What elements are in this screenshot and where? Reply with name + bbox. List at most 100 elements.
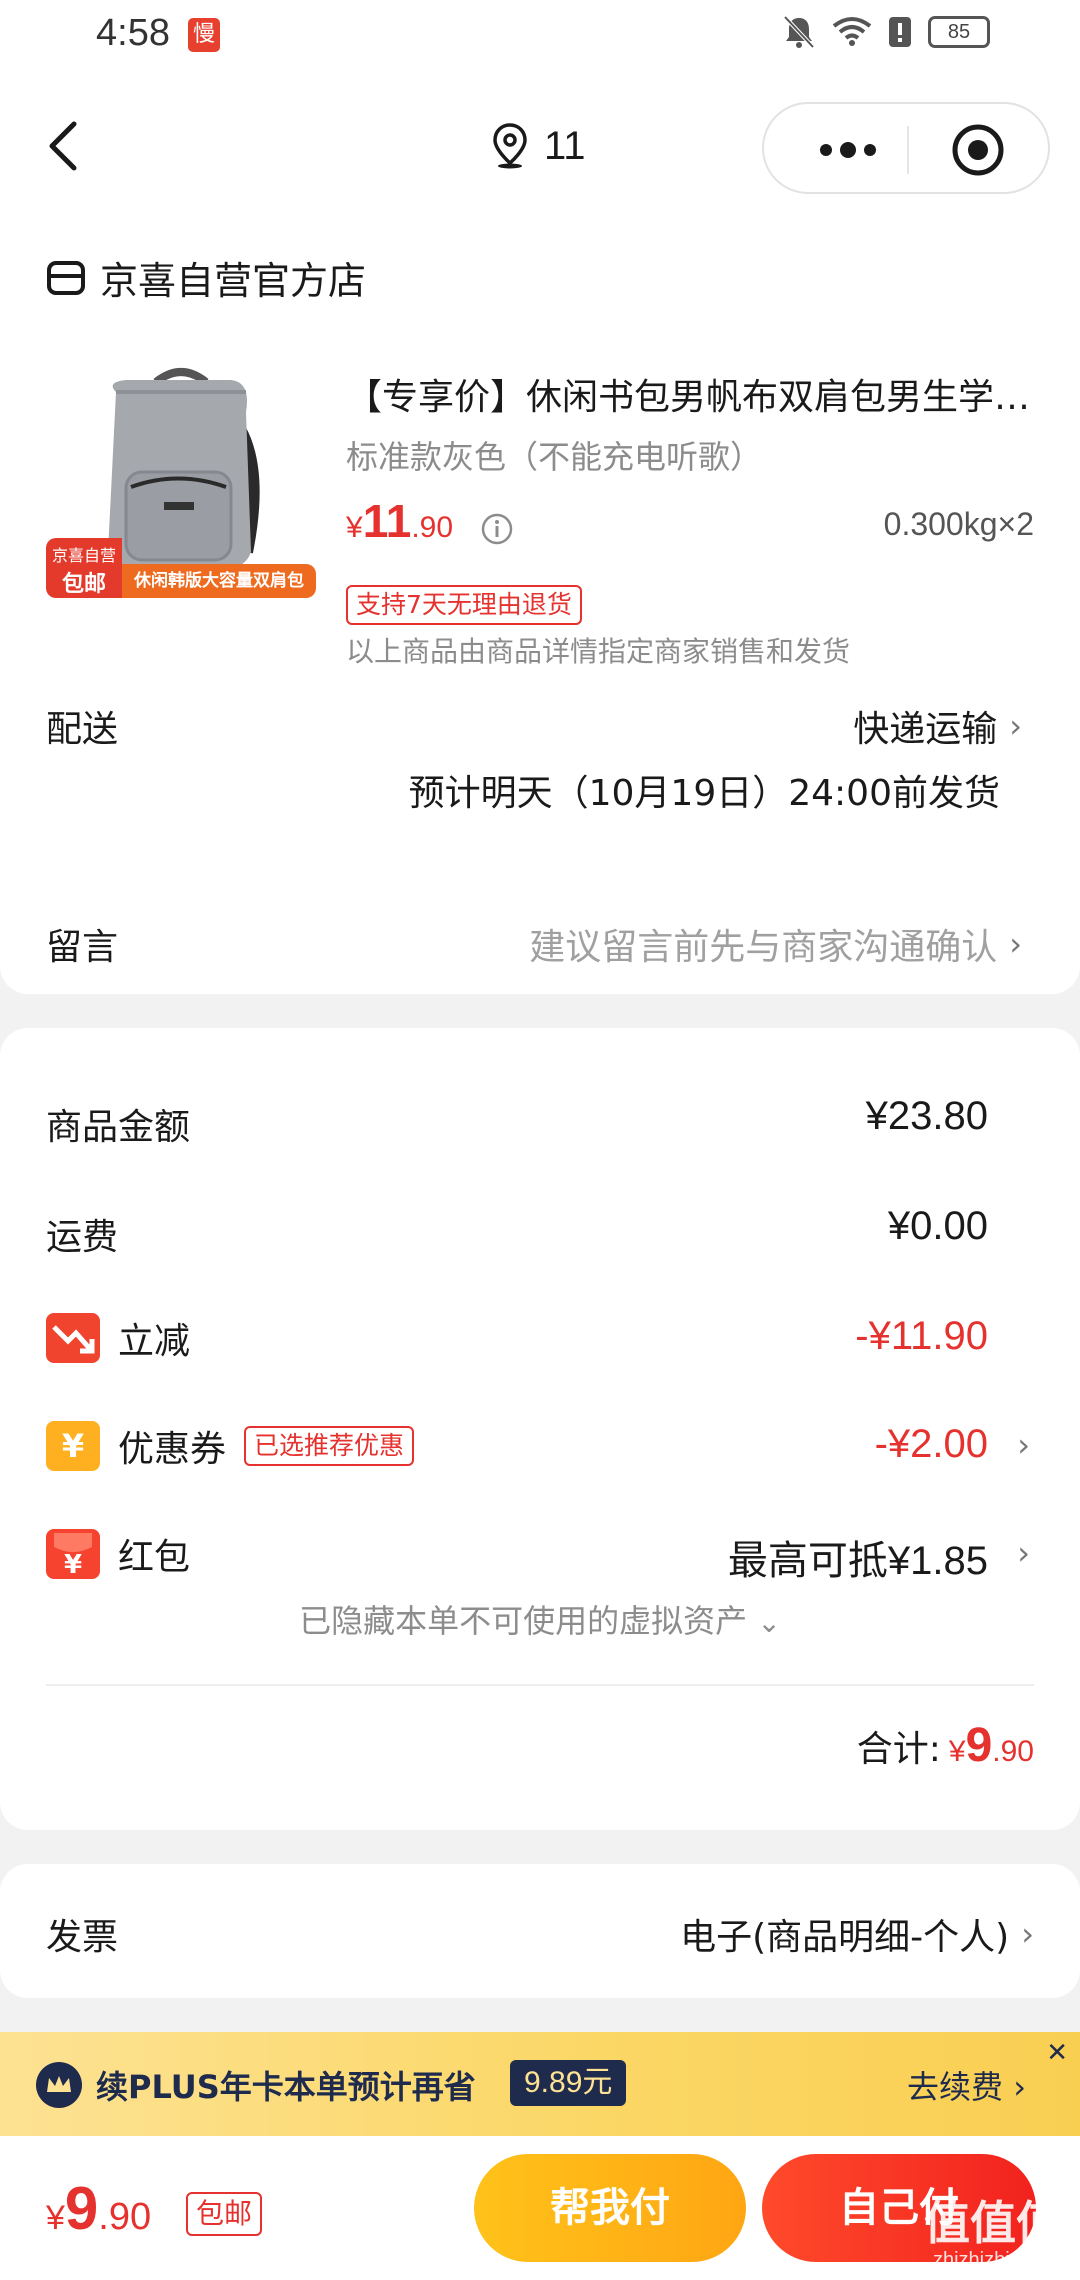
svg-text:¥: ¥ [62, 1427, 84, 1465]
back-arrow-icon[interactable] [36, 116, 96, 176]
store-name: 京喜自营官方店 [100, 259, 367, 303]
hidden-assets-toggle[interactable]: 已隐藏本单不可使用的虚拟资产 ⌄ [0, 1596, 1080, 1642]
chevron-right-icon: › [1009, 925, 1022, 963]
plus-renew-text: 去续费 [907, 2068, 1004, 2106]
coupon-value[interactable]: -¥2.00 [875, 1422, 988, 1467]
price-summary-card: 商品金额 ¥23.80 运费 ¥0.00 立减 -¥11.90 ¥ 优惠券 已选… [0, 1028, 1080, 1830]
message-label: 留言 [46, 927, 119, 968]
instant-discount-label-text: 立减 [118, 1321, 191, 1362]
shipping-fee-label: 运费 [46, 1208, 118, 1260]
plus-crown-icon [36, 2062, 82, 2108]
image-badge-free-text: 包邮 [61, 572, 106, 597]
mini-program-capsule [762, 102, 1050, 194]
divider [46, 1684, 1034, 1686]
trend-down-icon [46, 1313, 100, 1363]
coupon-row[interactable]: ¥ 优惠券 已选推荐优惠 [46, 1420, 415, 1472]
instant-discount-value: -¥11.90 [855, 1314, 988, 1358]
product-quantity: 0.300kg×2 [883, 506, 1034, 542]
sim-alert-icon [889, 17, 911, 47]
status-icons: 85 [782, 14, 990, 50]
battery-indicator: 85 [928, 16, 990, 48]
capsule-divider [907, 126, 909, 174]
location-indicator[interactable]: 11 [490, 122, 586, 170]
invoice-label: 发票 [46, 1917, 119, 1958]
order-total: 合计: ¥9.90 [857, 1718, 1034, 1773]
total-dec: .90 [992, 1735, 1034, 1768]
store-icon [47, 260, 85, 295]
more-options-icon[interactable] [800, 126, 896, 174]
image-badge-desc: 休闲韩版大容量双肩包 [122, 564, 316, 598]
close-program-icon[interactable] [950, 122, 1006, 178]
coupon-label-text: 优惠券 [118, 1429, 227, 1470]
chevron-right-icon: › [1021, 1915, 1034, 1953]
total-label: 合计: [856, 1729, 941, 1770]
checkout-bar: ¥9.90 包邮 帮我付 自己付 值值值 zhizhizhi.com [0, 2136, 1080, 2280]
chevron-right-icon: › [1009, 707, 1022, 745]
seller-note: 以上商品由商品详情指定商家销售和发货 [346, 635, 851, 668]
chevron-down-icon: ⌄ [757, 1606, 781, 1639]
total-int: 9 [965, 1719, 993, 1772]
free-shipping-badge: 包邮 [186, 2192, 263, 2236]
message-hint-text: 建议留言前先与商家沟通确认 [529, 927, 998, 968]
svg-text:¥: ¥ [64, 1550, 82, 1579]
checkout-price-dec: .90 [98, 2196, 152, 2238]
chevron-right-icon[interactable]: › [1017, 1426, 1030, 1464]
product-price: ¥11.90 [346, 494, 453, 548]
delivery-label: 配送 [46, 709, 119, 750]
image-badge-top-text: 京喜自营 [51, 546, 116, 565]
help-me-pay-button[interactable]: 帮我付 [474, 2154, 746, 2262]
location-pin-icon [493, 123, 527, 169]
shipping-fee-label-text: 运费 [46, 1217, 119, 1258]
total-price: ¥9.90 [949, 1718, 1034, 1773]
delivery-method-text: 快递运输 [853, 709, 998, 750]
price-symbol: ¥ [346, 511, 363, 544]
checkout-price: ¥9.90 [46, 2174, 151, 2243]
checkout-price-int: 9 [64, 2175, 99, 2242]
checkout-price-symbol: ¥ [46, 2199, 65, 2237]
product-image[interactable]: 京喜自营 包邮 休闲韩版大容量双肩包 [46, 352, 316, 622]
nav-bar: 11 [0, 72, 1080, 222]
plus-banner-text: 续PLUS年卡本单预计再省 [96, 2068, 476, 2106]
status-time: 4:58 [96, 12, 170, 54]
coupon-recommended-tag: 已选推荐优惠 [244, 1426, 415, 1466]
plus-renew-link[interactable]: 去续费 › [907, 2062, 1026, 2108]
watermark-logo-text: 值值值 [924, 2197, 1062, 2249]
price-int: 11 [362, 495, 412, 547]
goods-amount-label-text: 商品金额 [46, 1107, 191, 1148]
red-packet-value[interactable]: 最高可抵¥1.85 [728, 1528, 988, 1586]
watermark-url: zhizhizhi.com [932, 2249, 1054, 2271]
instant-discount-label: 立减 [46, 1312, 190, 1364]
chevron-right-icon: › [1013, 2068, 1026, 2106]
red-packet-icon: ¥ [46, 1529, 100, 1580]
watermark: 值值值 zhizhizhi.com [918, 2197, 1068, 2272]
close-icon[interactable]: ✕ [1046, 2038, 1068, 2068]
product-title[interactable]: 【专享价】休闲书包男帆布双肩包男生学生大容量旅行包 [346, 368, 1036, 420]
plus-membership-banner[interactable]: 续PLUS年卡本单预计再省 9.89元 去续费 › ✕ [0, 2032, 1080, 2136]
delivery-date: 预计明天（10月19日）24:00前发货 [408, 773, 1000, 814]
price-dec: .90 [411, 511, 454, 544]
store-header[interactable]: 京喜自营官方店 [46, 250, 366, 305]
coupon-yen-icon: ¥ [46, 1421, 100, 1471]
red-packet-label-text: 红包 [118, 1537, 191, 1578]
total-symbol: ¥ [948, 1735, 966, 1768]
order-product-card: 京喜自营官方店 京喜自营 包邮 休闲韩版大容量双肩包 【专享价】休闲书包男帆布双… [0, 222, 1080, 994]
goods-amount-value: ¥23.80 [865, 1094, 988, 1138]
red-packet-row[interactable]: ¥ 红包 [46, 1528, 190, 1580]
delivery-method[interactable]: 快递运输 › [853, 700, 1022, 752]
invoice-value-text: 电子(商品明细-个人) [680, 1917, 1010, 1958]
plus-savings-badge: 9.89元 [510, 2060, 627, 2106]
image-badge-free-ship: 京喜自营 包邮 [46, 538, 122, 598]
invoice-value[interactable]: 电子(商品明细-个人) › [680, 1908, 1034, 1960]
location-count: 11 [544, 123, 586, 168]
invoice-card[interactable]: 发票 电子(商品明细-个人) › [0, 1864, 1080, 1998]
product-spec: 标准款灰色（不能充电听歌） [346, 438, 763, 476]
wifi-icon [832, 17, 872, 46]
goods-amount-label: 商品金额 [46, 1098, 190, 1150]
message-input[interactable]: 建议留言前先与商家沟通确认 › [529, 918, 1022, 970]
chevron-right-icon[interactable]: › [1017, 1534, 1030, 1572]
return-policy-badge: 支持7天无理由退货 [346, 585, 582, 625]
info-icon[interactable] [480, 512, 514, 546]
shipping-fee-value: ¥0.00 [887, 1204, 988, 1248]
app-notification-icon: 慢 [188, 18, 220, 52]
status-bar: 4:58 慢 85 [0, 0, 1080, 72]
